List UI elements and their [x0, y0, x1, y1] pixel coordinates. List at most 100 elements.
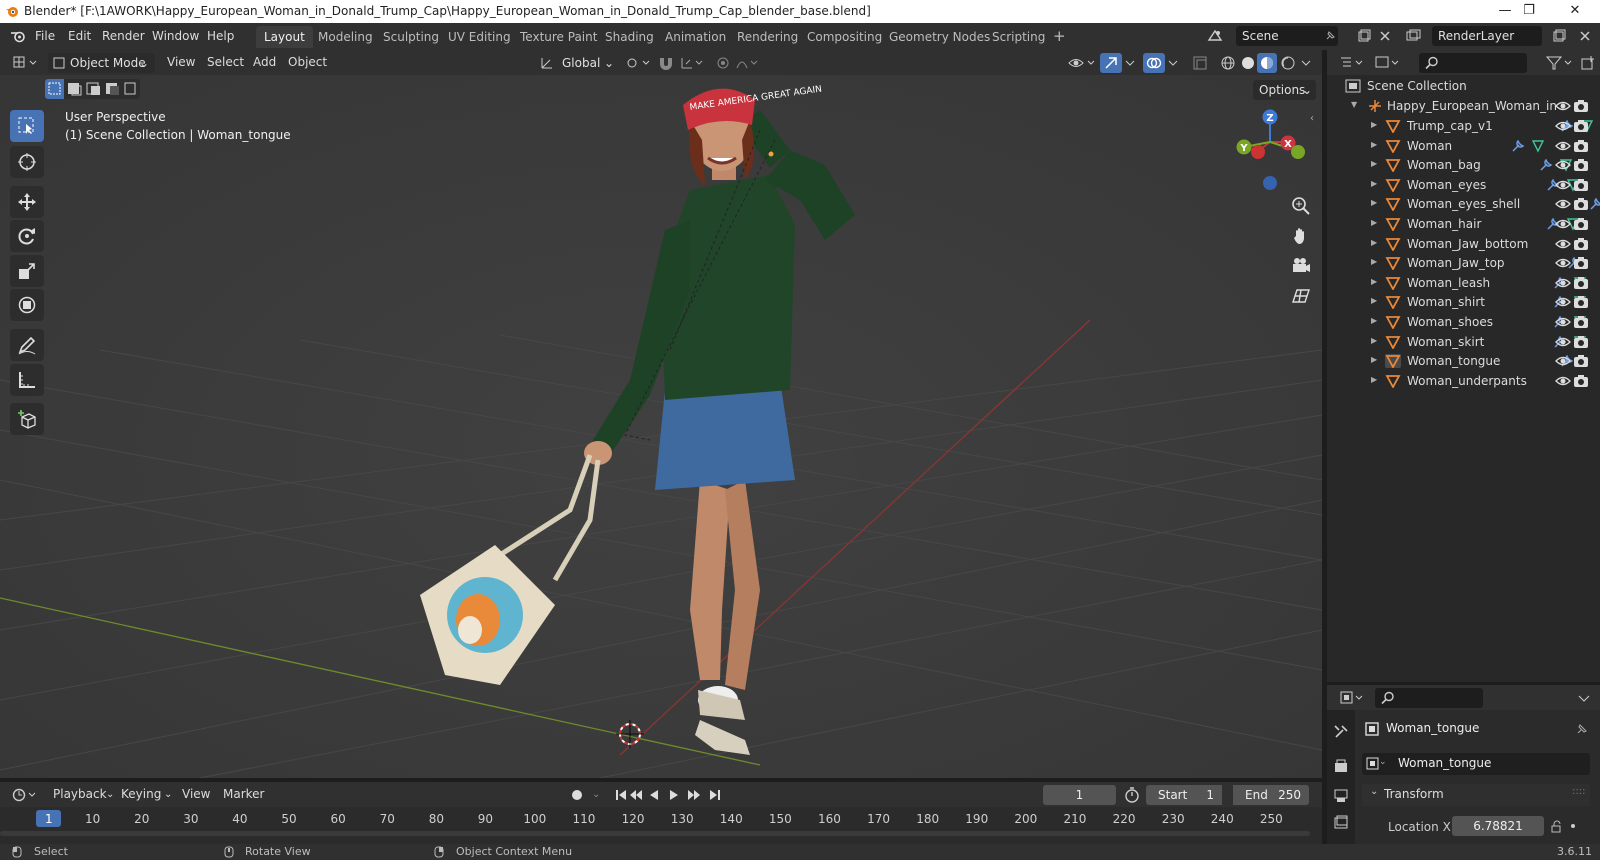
- properties-editor-type-icon[interactable]: [1339, 690, 1365, 706]
- proportional-editing-icon[interactable]: [716, 56, 730, 70]
- solid-shading-icon[interactable]: [1240, 55, 1256, 71]
- tab-sculpting[interactable]: Sculpting: [375, 26, 447, 48]
- scale-tool-button[interactable]: [10, 255, 44, 287]
- camera-render-icon[interactable]: [1573, 99, 1589, 113]
- eye-icon[interactable]: [1555, 335, 1571, 352]
- scene-name-field[interactable]: Scene: [1236, 26, 1338, 46]
- eye-icon[interactable]: [1555, 374, 1571, 391]
- camera-render-icon[interactable]: [1573, 256, 1589, 273]
- keyframe-dot-icon[interactable]: [1571, 824, 1575, 828]
- eye-icon[interactable]: [1555, 295, 1571, 312]
- timeline-scrollbar[interactable]: [0, 831, 1310, 836]
- measure-tool-button[interactable]: [10, 364, 44, 396]
- snap-target-icon[interactable]: [680, 56, 706, 70]
- outliner-parent-empty[interactable]: ▼ Happy_European_Woman_in: [1327, 96, 1600, 116]
- camera-render-icon[interactable]: [1573, 315, 1589, 332]
- chevron-down-icon[interactable]: [1300, 56, 1312, 70]
- modifier-wrench-icon[interactable]: [1589, 197, 1600, 214]
- timeline-editor-type-icon[interactable]: [12, 787, 38, 803]
- timeline-menu-marker[interactable]: Marker: [223, 787, 264, 801]
- expand-arrow-icon[interactable]: ▶: [1371, 316, 1377, 325]
- maximize-icon[interactable]: ❐: [1506, 0, 1552, 23]
- camera-render-icon[interactable]: [1573, 354, 1589, 371]
- modifier-wrench-icon[interactable]: [1511, 139, 1525, 156]
- delete-scene-icon[interactable]: [1378, 29, 1392, 43]
- outliner-item[interactable]: ▶ Woman_leash: [1327, 273, 1600, 293]
- location-x-field[interactable]: 6.78821: [1452, 816, 1544, 836]
- transform-orientation-dropdown[interactable]: Global ⌄: [556, 53, 616, 73]
- falloff-icon[interactable]: [735, 56, 761, 70]
- eye-icon[interactable]: [1555, 276, 1571, 293]
- tab-scripting[interactable]: Scripting: [984, 26, 1053, 48]
- render-layer-icon[interactable]: [1405, 29, 1421, 43]
- scene-icon[interactable]: [1207, 28, 1223, 44]
- outliner-item[interactable]: ▶ Woman_eyes_shell: [1327, 194, 1600, 214]
- wireframe-shading-icon[interactable]: [1220, 55, 1236, 71]
- mesh-data-icon[interactable]: [1531, 139, 1545, 156]
- camera-view-icon[interactable]: [1291, 256, 1311, 276]
- view-layer-tab-icon[interactable]: [1333, 814, 1349, 830]
- chevron-down-icon[interactable]: [1167, 56, 1179, 70]
- options-dropdown[interactable]: Options ⌄: [1253, 80, 1316, 100]
- pin-icon[interactable]: [1324, 30, 1336, 42]
- start-frame-field[interactable]: Start 1: [1146, 785, 1222, 805]
- current-frame-field[interactable]: 1: [1043, 785, 1116, 805]
- tab-uv-editing[interactable]: UV Editing: [440, 26, 519, 48]
- outliner-item[interactable]: ▶ Woman_skirt: [1327, 332, 1600, 352]
- render-tab-icon[interactable]: [1333, 758, 1349, 774]
- tab-compositing[interactable]: Compositing: [799, 26, 890, 48]
- viewport-menu-select[interactable]: Select: [207, 55, 244, 69]
- auto-keying-icon[interactable]: [570, 788, 584, 802]
- blender-menu-icon[interactable]: [10, 29, 26, 43]
- modifier-wrench-icon[interactable]: [1539, 158, 1553, 175]
- expand-arrow-icon[interactable]: ▶: [1371, 140, 1377, 149]
- camera-render-icon[interactable]: [1573, 335, 1589, 352]
- close-icon[interactable]: ✕: [1552, 0, 1598, 23]
- expand-arrow-icon[interactable]: ▶: [1371, 238, 1377, 247]
- outliner-item[interactable]: ▶ Woman_Jaw_top: [1327, 253, 1600, 273]
- select-box-tool-button[interactable]: [10, 110, 44, 142]
- viewport-menu-view[interactable]: View: [167, 55, 195, 69]
- gizmo-toggle-button[interactable]: [1100, 53, 1122, 73]
- eye-icon[interactable]: [1555, 197, 1571, 214]
- tab-layout[interactable]: Layout: [256, 26, 313, 48]
- eye-icon[interactable]: [1555, 178, 1571, 195]
- camera-render-icon[interactable]: [1573, 237, 1589, 254]
- menu-window[interactable]: Window: [152, 29, 199, 43]
- transform-tool-button[interactable]: [10, 289, 44, 321]
- outliner-item[interactable]: ▶ Woman_bag: [1327, 155, 1600, 175]
- timeline-menu-playback[interactable]: Playback: [53, 787, 107, 801]
- outliner-scene-collection[interactable]: Scene Collection: [1327, 76, 1600, 96]
- snap-magnet-icon[interactable]: [657, 55, 675, 71]
- camera-render-icon[interactable]: [1573, 119, 1589, 136]
- tab-modeling[interactable]: Modeling: [310, 26, 381, 48]
- expand-arrow-icon[interactable]: ▶: [1371, 218, 1377, 227]
- camera-render-icon[interactable]: [1573, 374, 1589, 391]
- camera-render-icon[interactable]: [1573, 217, 1589, 234]
- expand-arrow-icon[interactable]: ▶: [1371, 257, 1377, 266]
- add-workspace-icon[interactable]: +: [1045, 25, 1074, 47]
- expand-arrow-icon[interactable]: ▼: [1351, 100, 1357, 109]
- properties-object-name[interactable]: Woman_tongue: [1386, 721, 1479, 735]
- timeline-menu-keying[interactable]: Keying: [121, 787, 161, 801]
- playback-controls[interactable]: [614, 788, 724, 802]
- delete-view-layer-icon[interactable]: [1578, 29, 1592, 43]
- timeline-menu-view[interactable]: View: [182, 787, 210, 801]
- eye-icon[interactable]: [1555, 217, 1571, 234]
- new-scene-icon[interactable]: [1357, 29, 1371, 43]
- menu-edit[interactable]: Edit: [68, 29, 91, 43]
- move-tool-button[interactable]: [10, 186, 44, 218]
- camera-render-icon[interactable]: [1573, 139, 1589, 156]
- outliner-item[interactable]: ▶ Woman_Jaw_bottom: [1327, 234, 1600, 254]
- lock-icon[interactable]: [1550, 820, 1564, 834]
- outliner-editor-type-icon[interactable]: [1339, 55, 1365, 71]
- tab-shading[interactable]: Shading: [597, 26, 662, 48]
- chevron-down-icon[interactable]: [1124, 56, 1136, 70]
- drag-handle-icon[interactable]: ::::: [1572, 786, 1585, 797]
- tab-texture-paint[interactable]: Texture Paint: [512, 26, 605, 48]
- cursor-tool-button[interactable]: [10, 146, 44, 178]
- expand-arrow-icon[interactable]: ▶: [1371, 159, 1377, 168]
- menu-render[interactable]: Render: [102, 29, 145, 43]
- rotate-tool-button[interactable]: [10, 220, 44, 252]
- output-tab-icon[interactable]: [1333, 788, 1349, 804]
